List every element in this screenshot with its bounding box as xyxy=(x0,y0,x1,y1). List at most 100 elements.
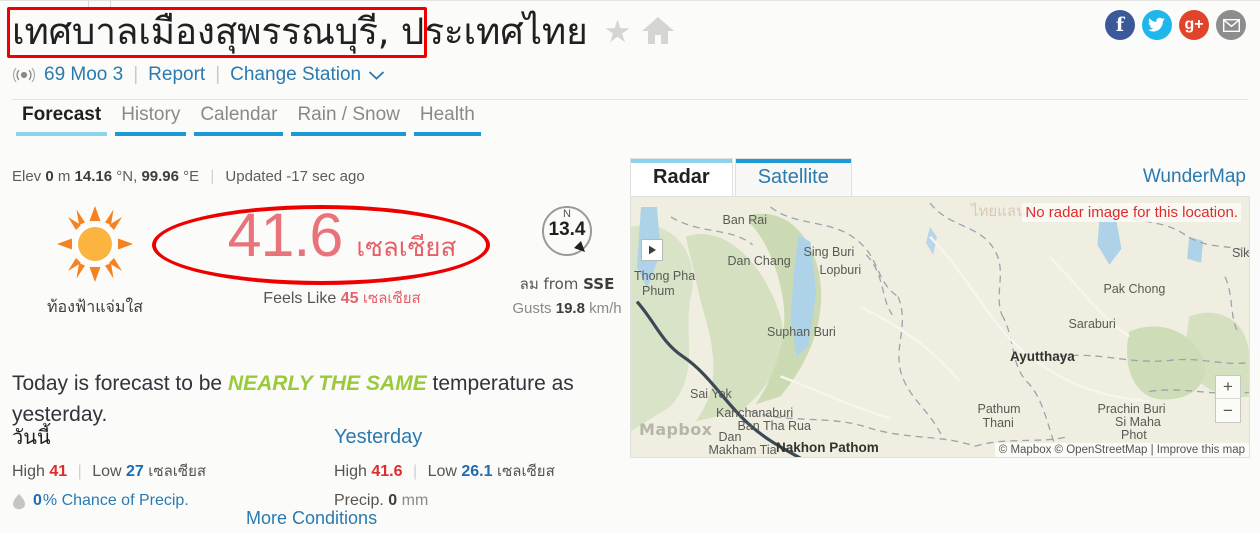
map-place-label: Si Maha xyxy=(1115,415,1161,429)
wind-compass: N 13.4 xyxy=(537,204,597,264)
today-low-value: 27 xyxy=(126,463,144,480)
separator-1: | xyxy=(133,64,139,85)
twitter-icon[interactable] xyxy=(1142,10,1172,40)
tab-calendar-underline xyxy=(194,132,284,136)
map-place-label: Saraburi xyxy=(1068,317,1116,331)
star-icon[interactable]: ★ xyxy=(604,15,632,49)
map-place-label: Thani xyxy=(982,416,1014,430)
tab-satellite[interactable]: Satellite xyxy=(734,158,852,196)
map-zoom-controls: + − xyxy=(1215,375,1241,423)
station-name-link[interactable]: 69 Moo 3 xyxy=(44,64,123,86)
yesterday-high-label: High xyxy=(334,463,367,480)
elev-prefix: Elev xyxy=(12,168,42,185)
forecast-summary-emphasis: NEARLY THE SAME xyxy=(227,372,427,395)
map-place-label: Phum xyxy=(642,284,675,298)
map-place-label: Ban Tha Rua xyxy=(737,419,811,433)
tab-satellite-label: Satellite xyxy=(757,166,829,188)
change-station-link[interactable]: Change Station xyxy=(230,64,361,86)
tab-history[interactable]: History xyxy=(111,104,190,136)
yesterday-low-value: 26.1 xyxy=(461,463,493,480)
top-divider xyxy=(0,0,1260,1)
more-conditions-link[interactable]: More Conditions xyxy=(246,508,377,529)
map-place-label: Sing Buri xyxy=(803,245,855,259)
tab-calendar[interactable]: Calendar xyxy=(190,104,287,136)
tab-forecast-label: Forecast xyxy=(22,104,102,125)
yesterday-column: Yesterday High 41.6 | Low 26.1 เซลเซียส … xyxy=(334,425,614,519)
map-place-label: Pak Chong xyxy=(1103,282,1166,296)
map-place-label: Ban Rai xyxy=(722,213,767,227)
wind-block: N 13.4 ลม from SSE Gusts 19.8 km/h xyxy=(508,204,626,317)
feels-like-value: 45 xyxy=(340,290,359,307)
location-title-highlighted: เทศบาลเมืองสุพรรณบุรี, xyxy=(12,10,390,53)
yesterday-temp-unit: เซลเซียส xyxy=(496,462,555,480)
tab-rain-snow-label: Rain / Snow xyxy=(297,104,400,125)
tab-rain-snow[interactable]: Rain / Snow xyxy=(287,104,409,136)
feels-like-unit: เซลเซียส xyxy=(362,289,421,307)
sky-condition-block: ท้องฟ้าแจ่มใส xyxy=(30,206,160,320)
weather-page: เทศบาลเมืองสุพรรณบุรี, ประเทศไทย ★ f g+ xyxy=(0,0,1260,533)
wundermap-link[interactable]: WunderMap xyxy=(1143,166,1246,188)
play-icon[interactable] xyxy=(641,239,663,261)
zoom-out-button[interactable]: − xyxy=(1216,399,1240,422)
wind-direction-value: SSE xyxy=(583,275,615,293)
map-place-label: Kanchanaburi xyxy=(716,406,794,420)
station-bar: 69 Moo 3 | Report | Change Station xyxy=(12,62,385,88)
today-low-label: Low xyxy=(92,463,122,480)
yesterday-temp-separator: | xyxy=(412,463,418,480)
elevation-coordinates-line: Elev 0 m 14.16 °N, 99.96 °E | Updated -1… xyxy=(12,168,365,185)
tab-health-label: Health xyxy=(419,104,475,125)
main-tabs: Forecast History Calendar Rain / Snow He… xyxy=(12,104,485,136)
yesterday-heading[interactable]: Yesterday xyxy=(334,425,614,449)
latitude-unit: °N, xyxy=(116,168,138,185)
today-temp-separator: | xyxy=(77,463,82,480)
today-column: วันนี้ High 41 | Low 27 เซลเซียส 0 % Cha… xyxy=(12,425,312,510)
tabs-divider xyxy=(12,99,1248,100)
map-place-label: Pathum xyxy=(977,402,1021,416)
longitude-value: 99.96 xyxy=(141,168,179,185)
latitude-value: 14.16 xyxy=(74,168,113,185)
map-viewport[interactable]: ไทยแลนด์ No radar image for this locatio… xyxy=(630,196,1250,458)
tab-forecast-underline xyxy=(16,132,108,136)
tab-health[interactable]: Health xyxy=(410,104,485,136)
map-attribution[interactable]: © Mapbox © OpenStreetMap | Improve this … xyxy=(994,443,1249,457)
tab-radar-underline xyxy=(631,159,732,163)
elev-value: 0 xyxy=(45,168,54,185)
map-place-label: Lopburi xyxy=(819,263,862,277)
wind-gusts-row: Gusts 19.8 km/h xyxy=(508,300,626,317)
broadcast-icon xyxy=(12,67,36,83)
facebook-icon[interactable]: f xyxy=(1105,10,1135,40)
tab-radar[interactable]: Radar xyxy=(630,158,733,196)
yesterday-precip-value: 0 xyxy=(388,492,398,509)
yesterday-precip-unit: mm xyxy=(401,492,429,509)
map-place-label: Dan xyxy=(718,430,742,444)
home-icon[interactable] xyxy=(641,15,675,50)
chevron-down-icon[interactable] xyxy=(368,70,385,81)
updated-text: Updated -17 sec ago xyxy=(225,168,365,185)
wind-direction-row: ลม from SSE xyxy=(508,272,626,296)
zoom-in-button[interactable]: + xyxy=(1216,376,1240,399)
map-panel: Radar Satellite WunderMap ไทยแลนด์ No ra… xyxy=(630,158,1250,458)
google-plus-icon[interactable]: g+ xyxy=(1179,10,1209,40)
social-share-group: f g+ xyxy=(1105,10,1246,40)
tab-history-underline xyxy=(115,132,187,136)
today-heading: วันนี้ xyxy=(12,425,51,449)
email-icon[interactable] xyxy=(1216,10,1246,40)
map-place-label: Nakhon Pathom xyxy=(776,440,879,455)
today-precip-value: 0 xyxy=(33,492,42,509)
current-conditions: ท้องฟ้าแจ่มใส 41.6 เซลเซียส Feels Like 4… xyxy=(12,200,622,355)
report-link[interactable]: Report xyxy=(148,64,205,86)
gusts-unit: km/h xyxy=(589,300,622,317)
yesterday-high-value: 41.6 xyxy=(371,463,403,480)
feels-like-row: Feels Like 45 เซลเซียส xyxy=(177,286,507,310)
page-title: เทศบาลเมืองสุพรรณบุรี, ประเทศไทย xyxy=(12,8,588,56)
tab-history-label: History xyxy=(121,104,181,125)
yesterday-precip-label: Precip. xyxy=(334,492,384,509)
map-place-label: Makham Tia xyxy=(708,443,777,457)
tab-health-underline xyxy=(413,132,481,136)
tab-forecast[interactable]: Forecast xyxy=(12,104,111,136)
elev-separator: | xyxy=(210,168,215,185)
temperature-value: 41.6 xyxy=(227,201,344,269)
gusts-value: 19.8 xyxy=(555,300,585,317)
longitude-unit: °E xyxy=(183,168,200,185)
map-place-label: Ayutthaya xyxy=(1010,349,1075,364)
